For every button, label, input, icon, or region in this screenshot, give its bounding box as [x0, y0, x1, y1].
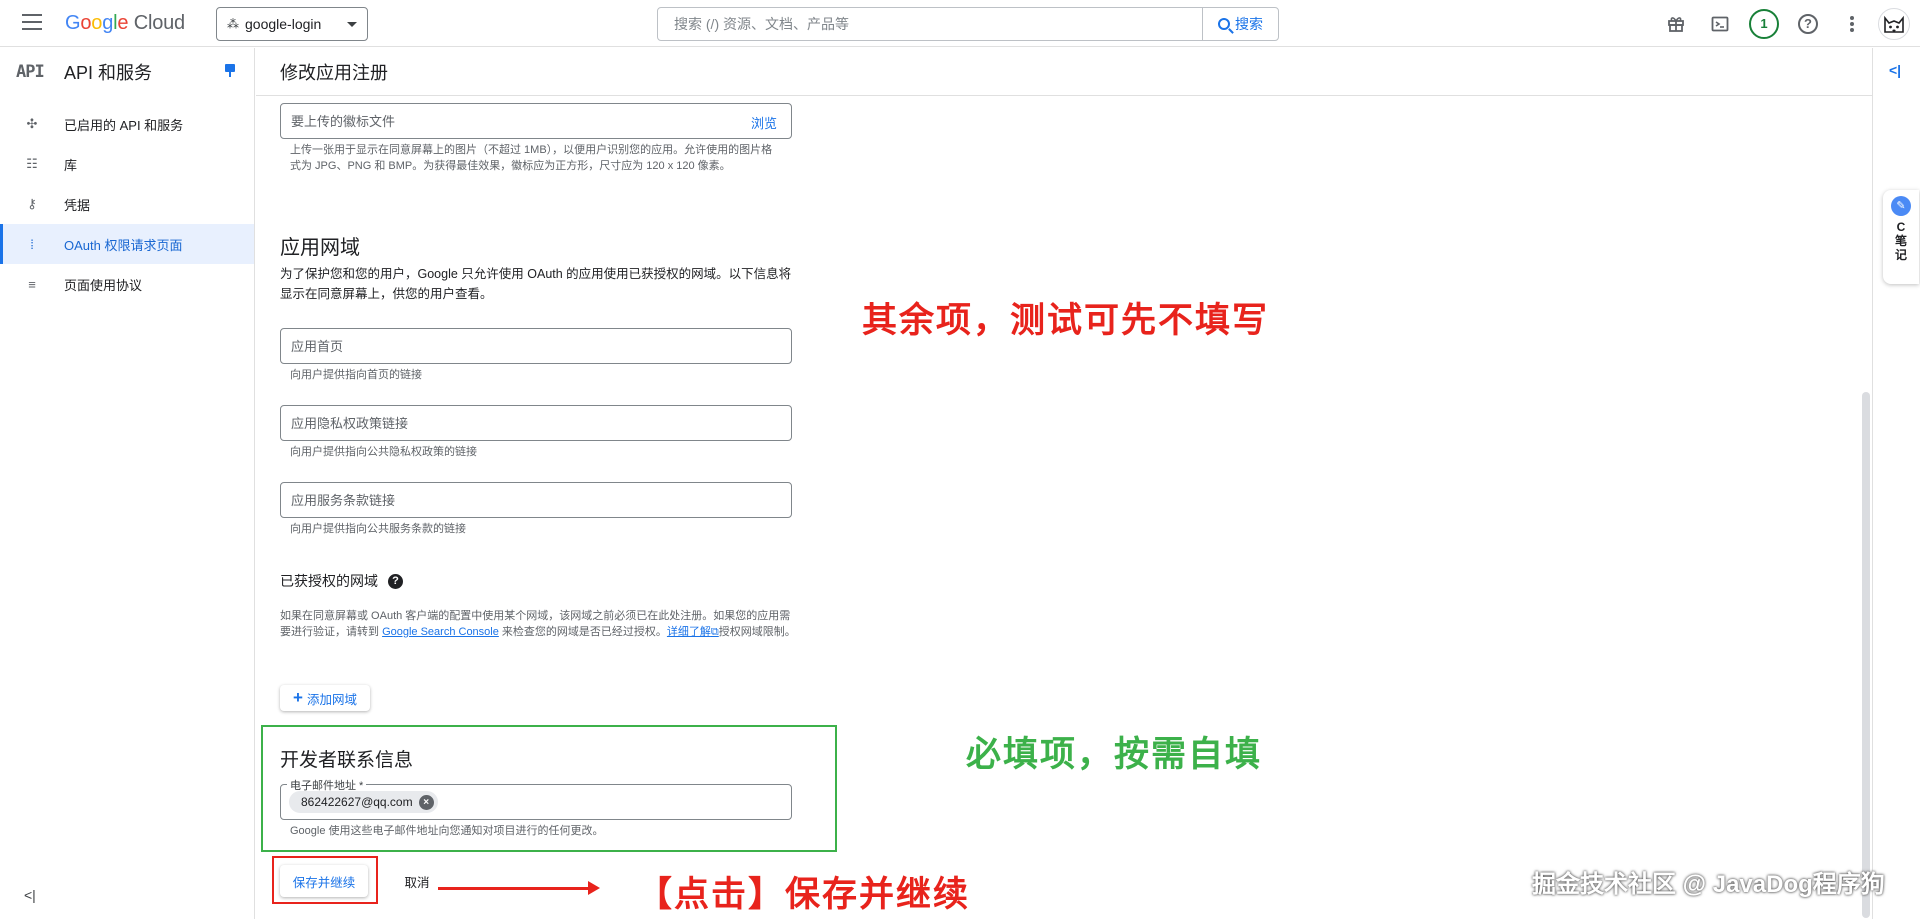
consent-icon: ⁞	[30, 236, 34, 252]
help-icon[interactable]: ?	[1786, 2, 1830, 46]
cancel-button[interactable]: 取消	[392, 865, 442, 897]
top-bar: Google Cloud ⁂ google-login 搜索 1 ?	[0, 0, 1920, 47]
project-icon: ⁂	[227, 17, 239, 31]
terms-of-service-input[interactable]	[281, 483, 791, 517]
project-picker[interactable]: ⁂ google-login	[216, 7, 368, 41]
page-title: 修改应用注册	[256, 48, 1872, 96]
help-icon[interactable]: ?	[388, 573, 403, 589]
app-homepage-field[interactable]	[280, 328, 792, 364]
sidebar-title: API 和服务	[64, 63, 153, 83]
search-button[interactable]: 搜索	[1202, 8, 1278, 40]
sidebar-item-page-usage-agreement[interactable]: ≡ 页面使用协议	[0, 264, 254, 304]
sidebar-item-library[interactable]: ☷ 库	[0, 144, 254, 184]
search-console-link[interactable]: Google Search Console	[382, 626, 499, 638]
more-vert-icon[interactable]	[1830, 2, 1874, 46]
annotation-optional: 其余项，测试可先不填写	[862, 300, 1270, 341]
app-homepage-hint: 向用户提供指向首页的链接	[290, 369, 422, 381]
logo-file-input[interactable]	[281, 104, 791, 138]
scrollbar[interactable]	[1862, 392, 1870, 918]
logo-upload-field[interactable]: 浏览	[280, 103, 792, 139]
key-icon: ⚷	[27, 196, 37, 211]
add-domain-button[interactable]: + 添加网域	[280, 685, 370, 711]
privacy-policy-field[interactable]	[280, 405, 792, 441]
external-link-icon: ⧉	[710, 626, 719, 638]
project-name: google-login	[245, 16, 322, 32]
note-widget[interactable]: ✎ C笔记	[1883, 190, 1919, 284]
sidebar: API API 和服务 ✣ 已启用的 API 和服务 ☷ 库 ⚷ 凭据 ⁞ OA…	[0, 48, 255, 919]
plus-icon: +	[293, 688, 303, 707]
app-homepage-input[interactable]	[281, 329, 791, 363]
collapse-sidebar-icon[interactable]: <|	[24, 887, 36, 903]
save-button-highlight	[272, 856, 378, 904]
menu-icon[interactable]	[22, 14, 42, 30]
api-diamond-icon: ✣	[26, 116, 38, 131]
library-icon: ☷	[26, 156, 38, 171]
top-icons: 1 ?	[1654, 0, 1920, 47]
browse-button[interactable]: 浏览	[751, 113, 777, 132]
logo-upload-hint: 上传一张用于显示在同意屏幕上的图片（不超过 1MB），以便用户识别您的应用。允许…	[290, 144, 773, 172]
pin-icon[interactable]	[225, 64, 235, 78]
app-domain-description: 为了保护您和您的用户，Google 只允许使用 OAuth 的应用使用已获授权的…	[280, 267, 792, 301]
search-box: 搜索	[657, 7, 1279, 41]
sidebar-item-credentials[interactable]: ⚷ 凭据	[0, 184, 254, 224]
settings-list-icon: ≡	[28, 276, 36, 292]
watermark: 掘金技术社区 @ JavaDog程序狗	[1532, 871, 1885, 898]
annotation-click: 【点击】保存并继续	[637, 874, 971, 915]
right-rail: <| ✎ C笔记	[1872, 48, 1920, 919]
app-domain-title: 应用网域	[280, 237, 360, 259]
arrow-icon	[438, 881, 600, 895]
required-section-highlight	[261, 725, 837, 852]
api-logo-icon: API	[16, 62, 45, 82]
expand-panel-icon[interactable]: <|	[1889, 62, 1901, 78]
authorized-domains-title: 已获授权的网域 ?	[280, 571, 403, 591]
sidebar-item-enabled-apis[interactable]: ✣ 已启用的 API 和服务	[0, 104, 254, 144]
caret-down-icon	[347, 21, 357, 27]
gift-icon[interactable]	[1654, 2, 1698, 46]
notifications-badge[interactable]: 1	[1742, 2, 1786, 46]
sidebar-item-oauth-consent[interactable]: ⁞ OAuth 权限请求页面	[0, 224, 254, 264]
annotation-required: 必填项，按需自填	[966, 734, 1263, 775]
search-icon	[1218, 18, 1230, 30]
privacy-policy-input[interactable]	[281, 406, 791, 440]
avatar[interactable]	[1878, 7, 1910, 40]
note-logo-icon: ✎	[1891, 196, 1911, 216]
terminal-icon[interactable]	[1698, 2, 1742, 46]
google-cloud-logo[interactable]: Google Cloud	[65, 12, 185, 35]
learn-more-link[interactable]: 详细了解	[667, 626, 711, 638]
terms-of-service-hint: 向用户提供指向公共服务条款的链接	[290, 523, 466, 535]
sidebar-header: API API 和服务	[0, 48, 254, 96]
terms-of-service-field[interactable]	[280, 482, 792, 518]
privacy-policy-hint: 向用户提供指向公共隐私权政策的链接	[290, 446, 477, 458]
sidebar-nav: ✣ 已启用的 API 和服务 ☷ 库 ⚷ 凭据 ⁞ OAuth 权限请求页面 ≡…	[0, 104, 254, 304]
search-input[interactable]	[658, 8, 1202, 40]
authorized-domains-description: 如果在同意屏幕或 OAuth 客户端的配置中使用某个网域，该网域之前必须已在此处…	[280, 610, 796, 638]
